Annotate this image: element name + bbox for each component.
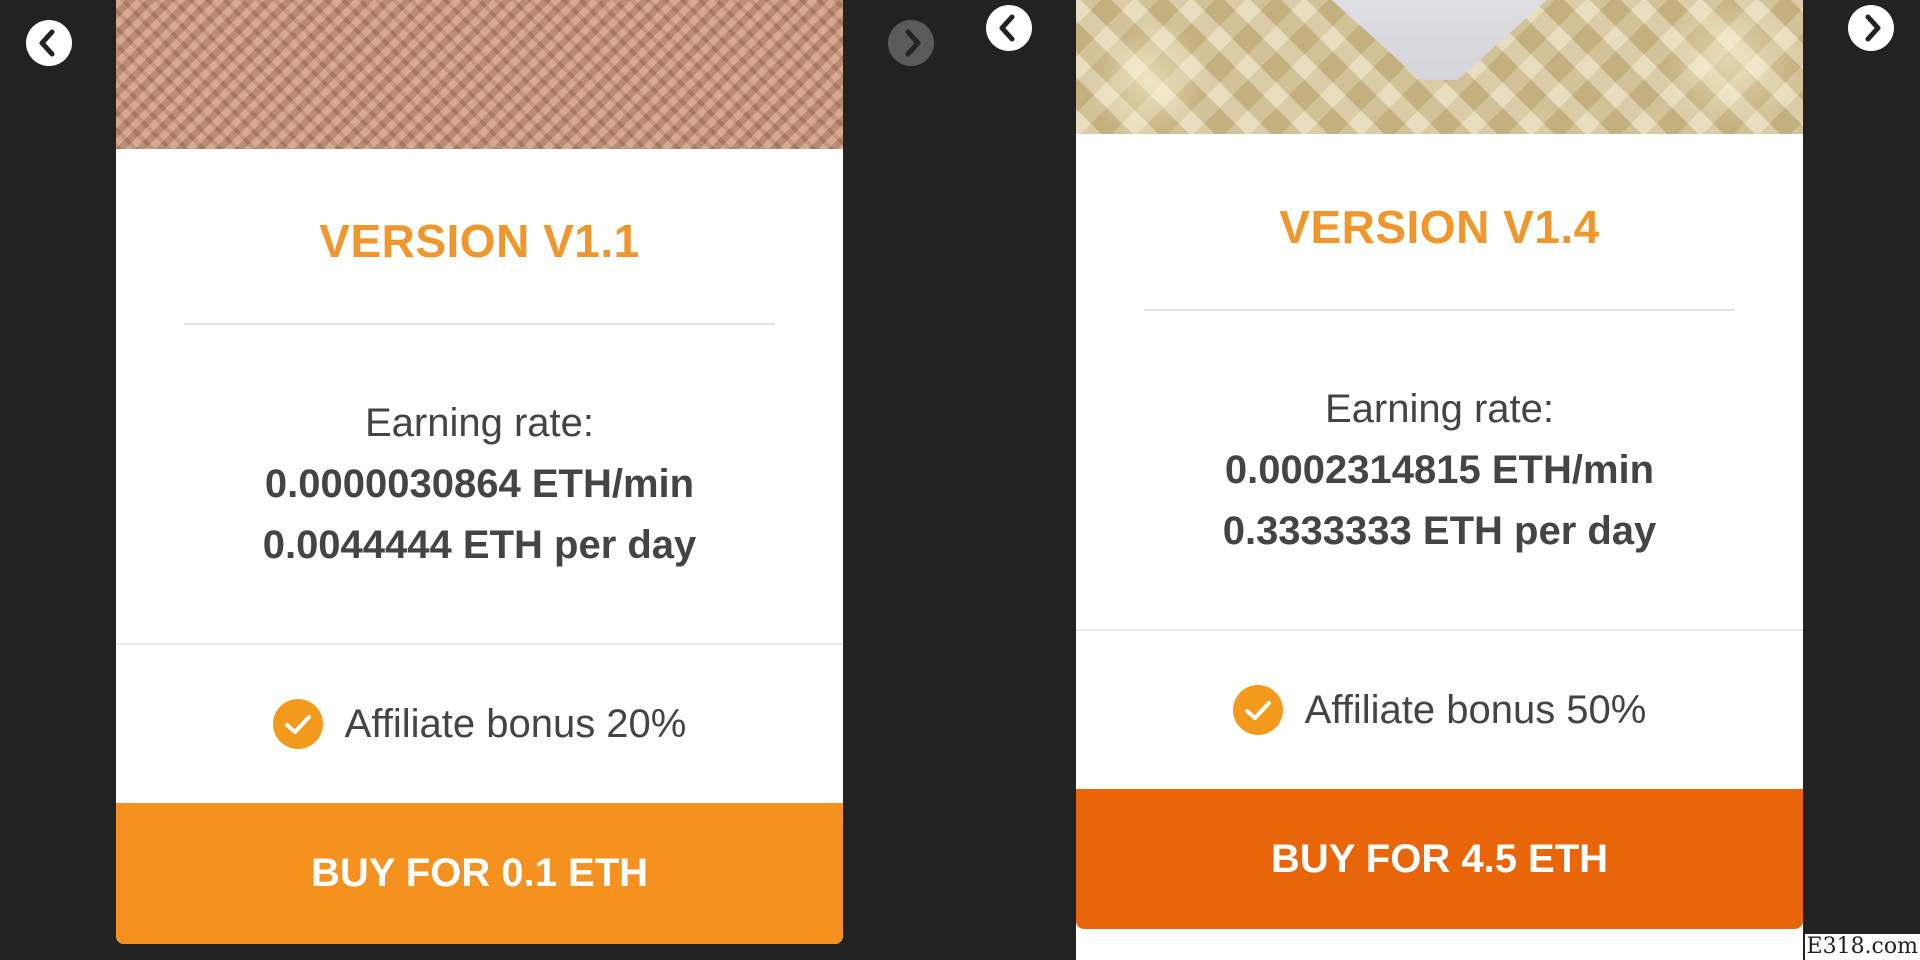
check-circle-icon	[1232, 685, 1283, 735]
title-divider	[1144, 309, 1735, 311]
chevron-left-icon	[999, 14, 1015, 42]
section-divider	[1076, 629, 1803, 631]
right-screen-panel: VERSION V1.4 Earning rate: 0.0002314815 …	[960, 0, 1920, 960]
earning-rate-label: Earning rate:	[1324, 387, 1555, 431]
version-title: VERSION V1.4	[1279, 201, 1600, 253]
section-divider	[116, 643, 843, 645]
affiliate-bonus-text: Affiliate bonus 50%	[1304, 688, 1647, 732]
card-texture-image	[116, 0, 843, 149]
buy-button[interactable]: BUY FOR 4.5 ETH	[1076, 789, 1803, 929]
eth-per-day-rate: 0.0044444 ETH per day	[262, 523, 697, 567]
previous-button[interactable]	[986, 5, 1032, 51]
version-title: VERSION V1.1	[319, 215, 640, 267]
chevron-left-icon	[39, 29, 55, 57]
miner-card-v1-1: VERSION V1.1 Earning rate: 0.0000030864 …	[116, 0, 843, 944]
affiliate-bonus-row: Affiliate bonus 20%	[116, 698, 843, 750]
next-button[interactable]	[1848, 5, 1894, 51]
affiliate-bonus-text: Affiliate bonus 20%	[344, 702, 687, 746]
check-circle-icon	[272, 699, 323, 749]
watermark: E318.com	[1805, 934, 1920, 960]
left-screen-panel: VERSION V1.1 Earning rate: 0.0000030864 …	[0, 0, 960, 960]
affiliate-bonus-row: Affiliate bonus 50%	[1076, 684, 1803, 736]
next-button[interactable]	[888, 20, 934, 66]
eth-per-minute-rate: 0.0002314815 ETH/min	[1224, 448, 1655, 492]
previous-button[interactable]	[26, 20, 72, 66]
buy-button[interactable]: BUY FOR 0.1 ETH	[116, 803, 843, 944]
title-divider	[184, 323, 775, 325]
chevron-right-icon	[1865, 14, 1881, 42]
card-gold-image	[1076, 0, 1803, 134]
silver-ingot-graphic	[1254, 0, 1624, 80]
earning-rate-label: Earning rate:	[364, 401, 595, 445]
eth-per-day-rate: 0.3333333 ETH per day	[1222, 509, 1657, 553]
miner-card-v1-4: VERSION V1.4 Earning rate: 0.0002314815 …	[1076, 0, 1803, 960]
chevron-right-icon	[905, 29, 921, 57]
eth-per-minute-rate: 0.0000030864 ETH/min	[264, 462, 695, 506]
